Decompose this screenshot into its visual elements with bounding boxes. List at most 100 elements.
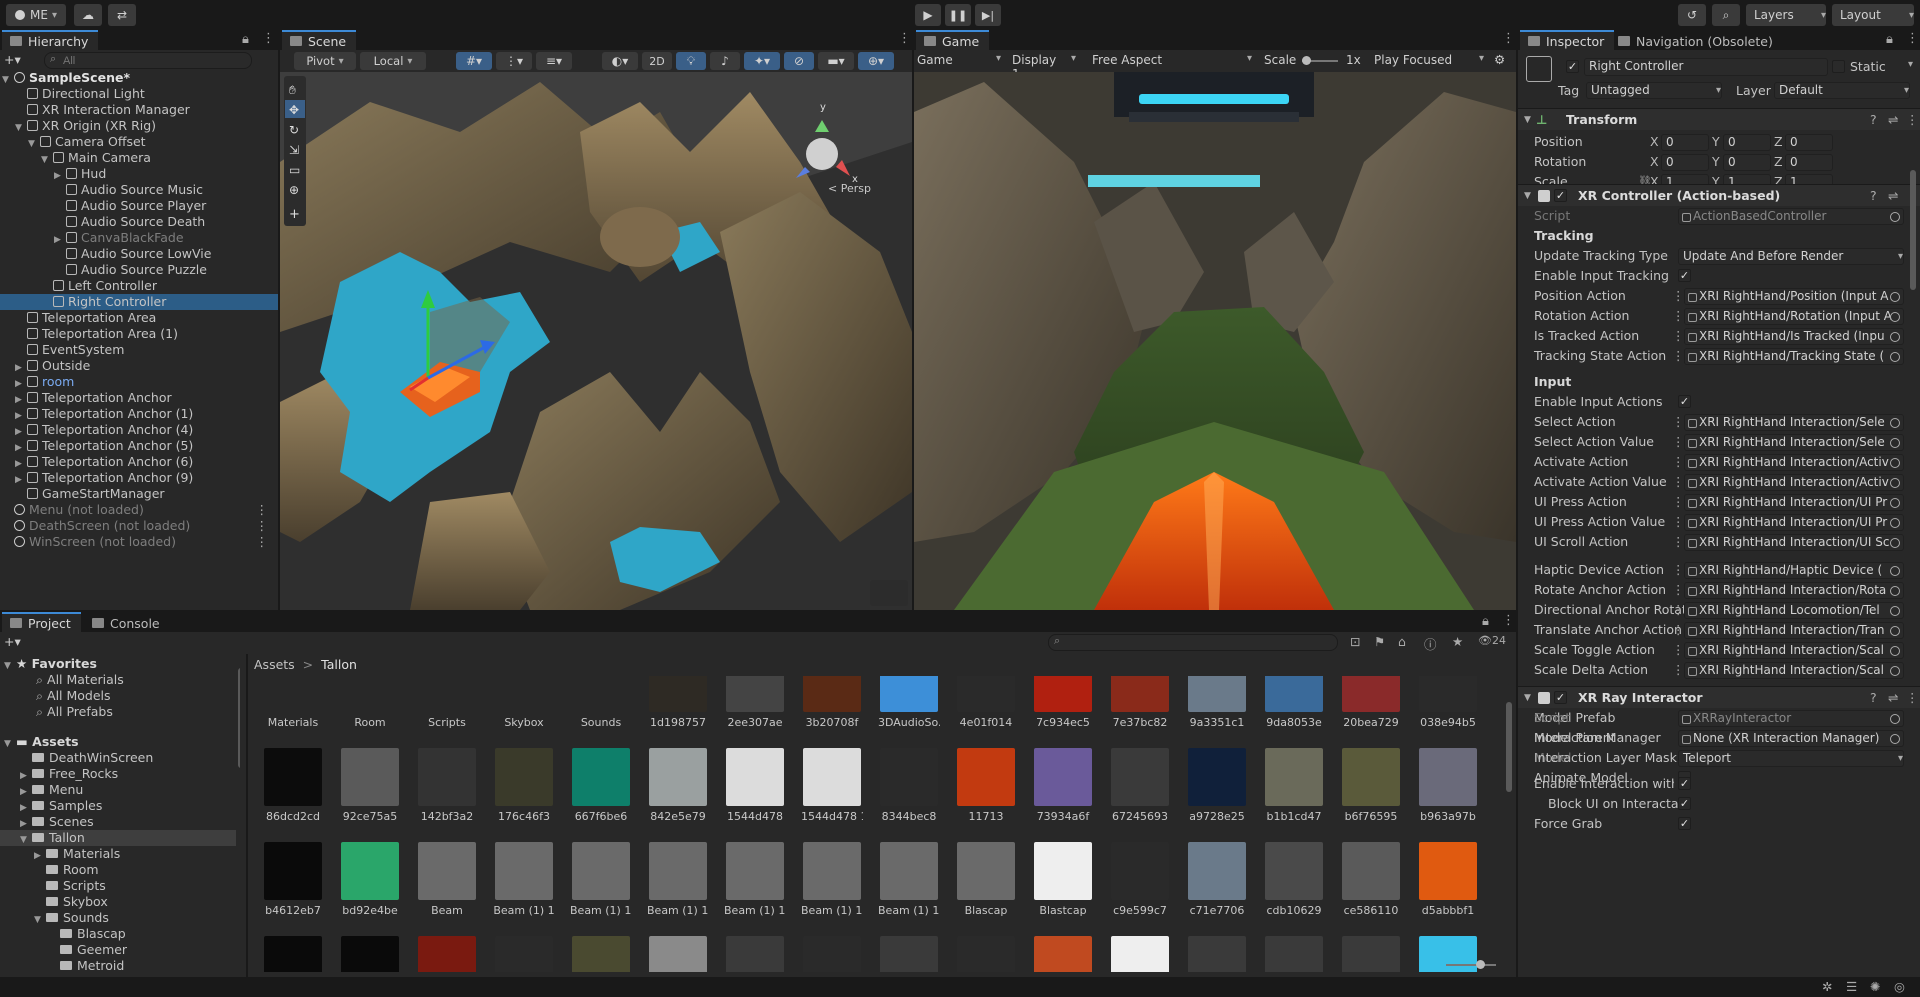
asset-item[interactable]: c9e599c7 (1109, 842, 1171, 917)
tab-inspector[interactable]: Inspector (1520, 30, 1615, 50)
cloud-icon[interactable]: ☁ (74, 4, 102, 26)
asset-item[interactable]: 1d198757 (647, 676, 709, 729)
step-button[interactable]: ▶| (975, 4, 1001, 26)
more-menu-icon[interactable]: ⋮ (1672, 432, 1685, 452)
asset-item[interactable]: c71e7706 (1186, 842, 1248, 917)
pivot-dropdown[interactable]: Pivot (294, 52, 356, 70)
asset-item[interactable]: Beam (1) 1... (724, 842, 786, 917)
tab-console[interactable]: Console (84, 612, 170, 632)
projection-label[interactable]: < Persp (828, 182, 871, 195)
effects-icon[interactable]: ✦▾ (744, 52, 780, 70)
camera-icon[interactable]: ▬▾ (818, 52, 854, 70)
rotation-z-field[interactable]: 0 (1785, 154, 1833, 171)
game-mode-dropdown[interactable]: Game (917, 53, 1001, 67)
preset-icon[interactable]: ⇌ (1888, 687, 1898, 709)
asset-item[interactable]: 176c46f3 (493, 748, 555, 823)
folder-item[interactable]: ▼ Sounds (0, 910, 236, 926)
input-action-field[interactable]: XRI RightHand Locomotion/Tel (1684, 602, 1904, 619)
enable-input-actions-checkbox[interactable]: ✓ (1678, 395, 1691, 408)
scale-tool-icon[interactable]: ⇲ (289, 143, 299, 157)
gizmos-icon[interactable]: ⊕▾ (858, 52, 894, 70)
folder-item[interactable]: ▶ Samples (0, 798, 236, 814)
help-icon[interactable]: ? (1870, 687, 1877, 709)
active-checkbox[interactable]: ✓ (1566, 60, 1579, 73)
more-menu-icon[interactable]: ⋮ (1672, 512, 1685, 532)
lock-icon[interactable]: 🔒︎ (1482, 614, 1489, 629)
assets-header[interactable]: ▼ ▬ Assets (4, 734, 79, 750)
asset-item[interactable]: Blascap (955, 842, 1017, 917)
grid-snap-icon[interactable]: #▾ (456, 52, 492, 70)
asset-thumbnail-icon[interactable] (1419, 936, 1477, 972)
hierarchy-item[interactable]: ▶ CanvaBlackFade (0, 230, 278, 246)
more-menu-icon[interactable]: ⋮ (1672, 472, 1685, 492)
asset-item[interactable]: Beam (1) 1 (493, 842, 555, 917)
asset-thumbnail-icon[interactable] (649, 936, 707, 972)
more-menu-icon[interactable]: ⋮ (1672, 580, 1685, 600)
folder-item[interactable]: Geemer (0, 942, 236, 958)
input-action-field[interactable]: XRI RightHand Interaction/Scal (1684, 642, 1904, 659)
more-menu-icon[interactable]: ⋮ (1906, 31, 1919, 46)
project-search-input[interactable] (1048, 634, 1338, 651)
asset-item[interactable]: bd92e4be (339, 842, 401, 917)
favorite-item[interactable]: ⌕ All Models (0, 688, 111, 704)
folder-item[interactable]: ▼ Tallon (0, 830, 236, 846)
asset-item[interactable]: Room (339, 676, 401, 729)
diagnostics-icon[interactable]: ✺ (1870, 979, 1880, 994)
hierarchy-item[interactable]: Directional Light (0, 86, 278, 102)
block-ui-checkbox[interactable]: ✓ (1678, 797, 1691, 810)
hierarchy-search-input[interactable] (44, 52, 252, 69)
scene-viewport[interactable]: y x < Persp ✋︎ ✥ ↻ ⇲ ▭ ⊕ + (280, 72, 912, 610)
hierarchy-item[interactable]: ▶ Teleportation Anchor (4) (0, 422, 278, 438)
more-menu-icon[interactable]: ⋮ (1672, 306, 1685, 326)
layer-mask-dropdown[interactable]: Teleport (1678, 750, 1904, 767)
update-tracking-dropdown[interactable]: Update And Before Render (1678, 248, 1904, 265)
input-action-field[interactable]: XRI RightHand Interaction/Scal (1684, 662, 1904, 679)
asset-item[interactable]: cdb10629 (1263, 842, 1325, 917)
game-viewport[interactable] (914, 72, 1516, 610)
xr-controller-header[interactable]: ▼ ✓ XR Controller (Action-based) ? ⇌ ⋮ (1518, 184, 1920, 206)
info-icon[interactable]: ⓘ (1424, 634, 1437, 653)
tab-scene[interactable]: Scene (282, 30, 357, 50)
asset-thumbnail-icon[interactable] (572, 936, 630, 972)
hierarchy-item[interactable]: ▼ SampleScene* (0, 70, 278, 86)
hierarchy-item[interactable]: Audio Source Puzzle (0, 262, 278, 278)
folder-item[interactable]: Skybox (0, 894, 236, 910)
hierarchy-item[interactable]: Audio Source Death (0, 214, 278, 230)
favorite-item[interactable]: ⌕ All Prefabs (0, 704, 113, 720)
more-menu-icon[interactable]: ⋮ (1906, 109, 1919, 131)
hierarchy-item[interactable]: ▶ Outside (0, 358, 278, 374)
input-action-field[interactable]: XRI RightHand Interaction/Tran (1684, 622, 1904, 639)
hierarchy-item[interactable]: DeathScreen (not loaded) ⋮ (0, 518, 278, 534)
add-button[interactable]: +▾ (4, 52, 28, 68)
asset-item[interactable]: ce586110 (1340, 842, 1402, 917)
asset-item[interactable]: b1b1cd47 (1263, 748, 1325, 823)
asset-thumbnail-icon[interactable] (1034, 936, 1092, 972)
asset-thumbnail-icon[interactable] (1111, 936, 1169, 972)
add-tool-icon[interactable]: + (289, 207, 300, 222)
more-menu-icon[interactable]: ⋮ (1672, 660, 1685, 680)
preset-icon[interactable]: ⇌ (1888, 185, 1898, 207)
more-menu-icon[interactable]: ⋮ (1672, 600, 1685, 620)
lock-icon[interactable]: 🔒︎ (1886, 32, 1893, 47)
input-action-field[interactable]: XRI RightHand/Rotation (Input A (1684, 308, 1904, 325)
hierarchy-item[interactable]: EventSystem (0, 342, 278, 358)
help-icon[interactable]: ? (1870, 109, 1877, 131)
asset-item[interactable]: a9728e25 (1186, 748, 1248, 823)
tree-scrollbar[interactable] (238, 668, 240, 768)
asset-thumbnail-icon[interactable] (1188, 936, 1246, 972)
hierarchy-item[interactable]: Audio Source Music (0, 182, 278, 198)
history-icon[interactable]: ↺ (1678, 4, 1706, 26)
more-menu-icon[interactable]: ⋮ (1672, 492, 1685, 512)
asset-thumbnail-icon[interactable] (880, 936, 938, 972)
rotation-x-field[interactable]: 0 (1661, 154, 1709, 171)
asset-thumbnail-icon[interactable] (803, 936, 861, 972)
more-menu-icon[interactable]: ⋮ (1672, 560, 1685, 580)
account-dropdown[interactable]: ME (6, 4, 66, 26)
inspector-scrollbar[interactable] (1910, 170, 1916, 290)
play-mode-dropdown[interactable]: Play Focused (1374, 53, 1484, 67)
asset-item[interactable]: 3b20708f (801, 676, 863, 729)
folder-item[interactable]: ▶ Menu (0, 782, 236, 798)
enable-input-tracking-checkbox[interactable]: ✓ (1678, 269, 1691, 282)
hierarchy-item[interactable]: Audio Source Player (0, 198, 278, 214)
asset-item[interactable]: Beam (1) 1... (878, 842, 940, 917)
